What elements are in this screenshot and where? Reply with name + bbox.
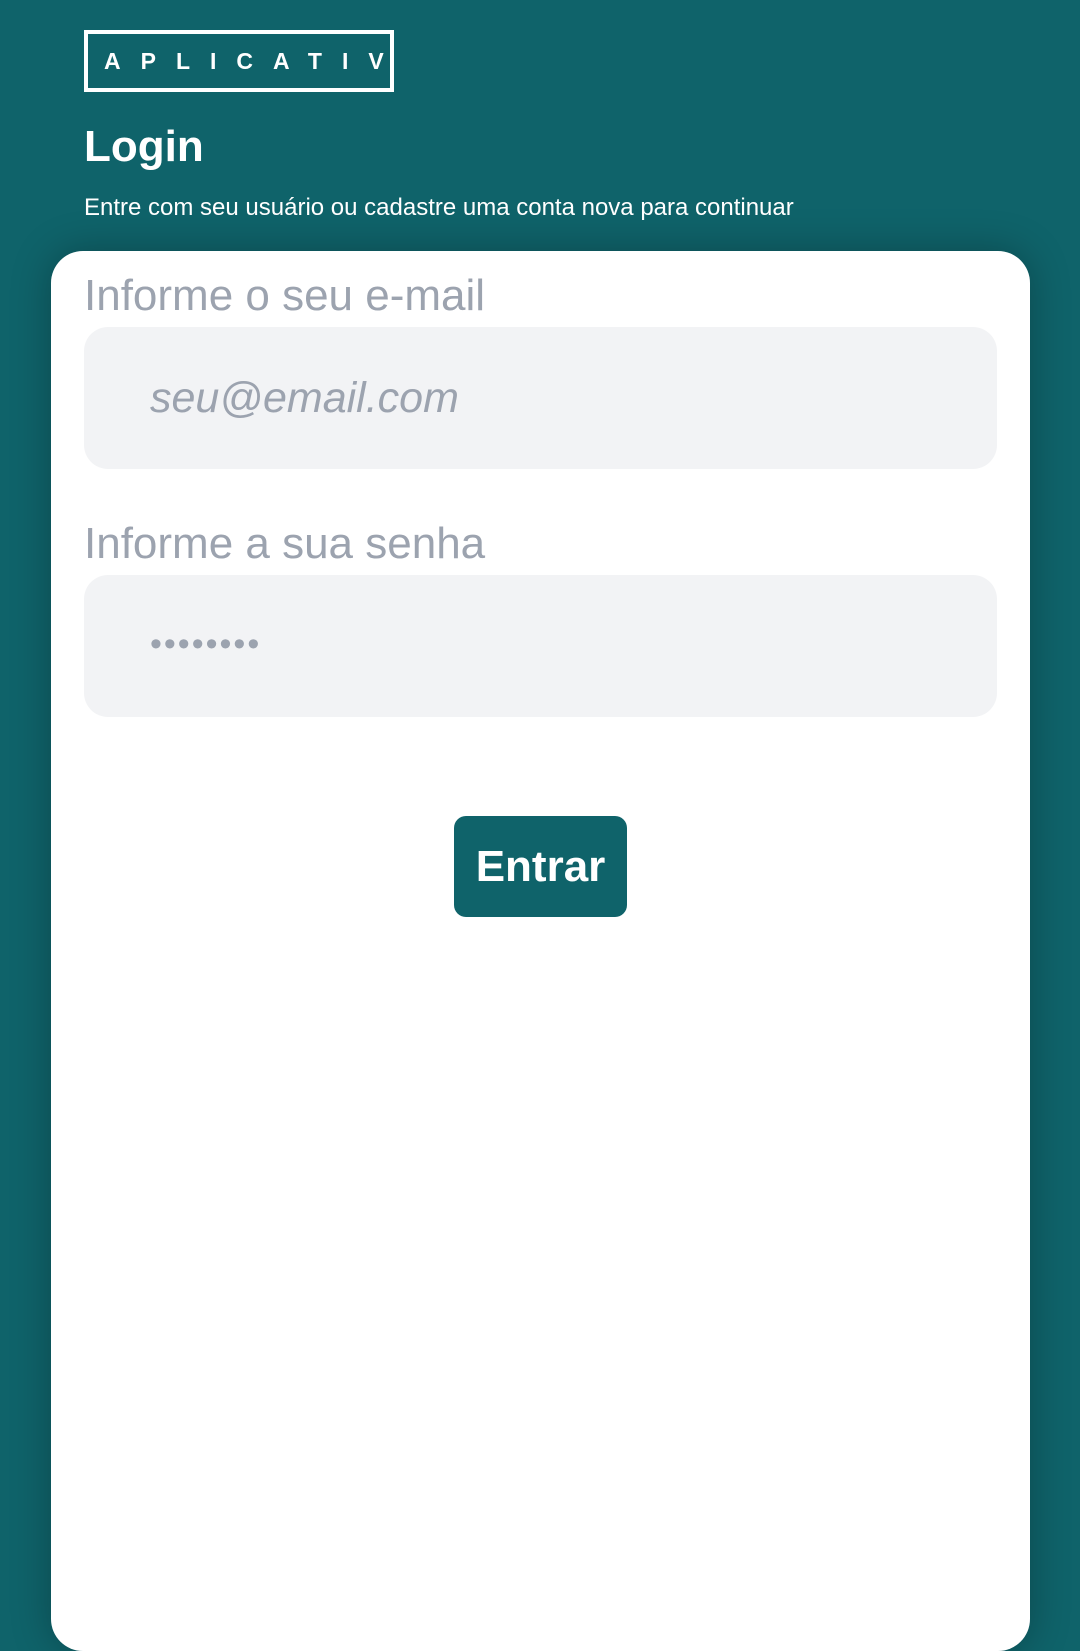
app-logo: APLICATIVO [84, 30, 394, 92]
email-field[interactable]: seu@email.com [84, 327, 997, 469]
page-subtitle: Entre com seu usuário ou cadastre uma co… [84, 194, 794, 221]
password-label: Informe a sua senha [84, 519, 486, 568]
password-field[interactable]: •••••••• [84, 575, 997, 717]
page-header: APLICATIVO Login Entre com seu usuário o… [84, 30, 1004, 223]
login-button[interactable]: Entrar [454, 816, 627, 917]
page-title: Login [84, 122, 204, 171]
password-masked-value: •••••••• [150, 625, 262, 663]
email-label: Informe o seu e-mail [84, 271, 486, 320]
login-card: Informe o seu e-mail seu@email.com Infor… [51, 251, 1030, 1651]
email-placeholder: seu@email.com [150, 374, 459, 422]
